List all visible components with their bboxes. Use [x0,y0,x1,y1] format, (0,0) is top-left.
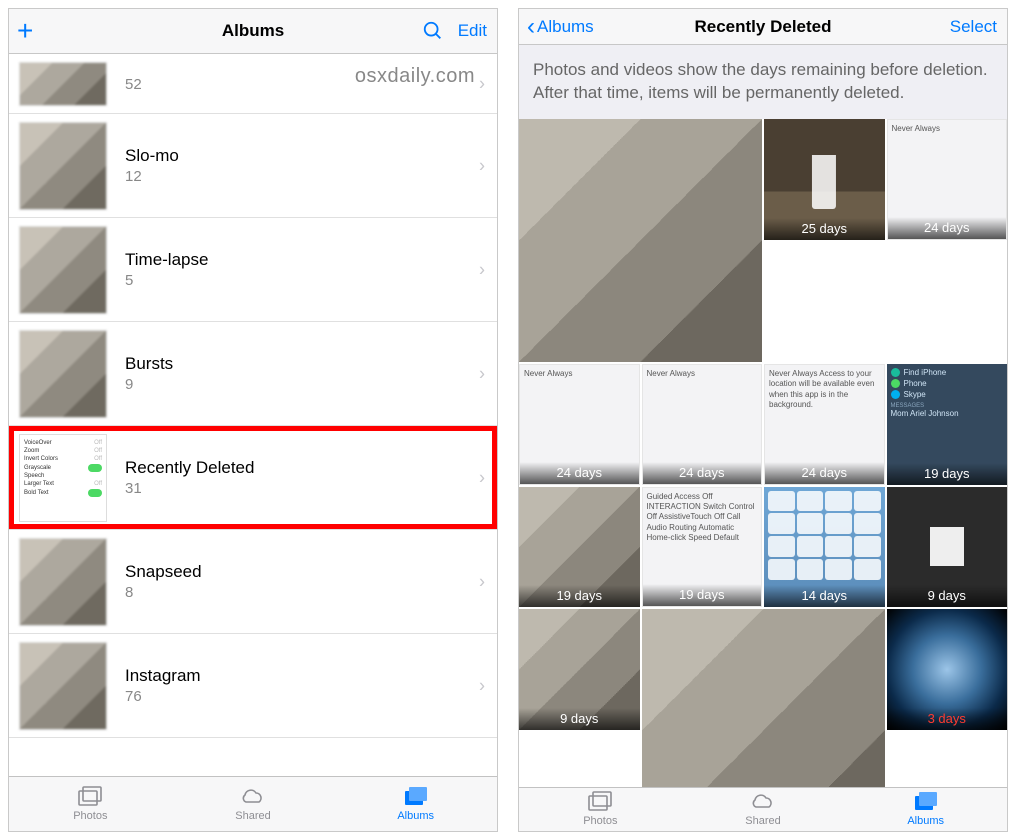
album-name: Recently Deleted [125,458,254,478]
nav-bar: + Albums Edit [9,9,497,54]
chevron-right-icon: › [479,155,485,176]
album-thumb [19,642,107,730]
album-list[interactable]: 52 › Slo-mo 12 › Time-lapse 5 › Bursts 9 › VoiceOve… [9,54,497,776]
tab-albums-label: Albums [397,810,434,822]
photo-cell[interactable]: Never Always24 days [519,364,640,485]
photo-cell[interactable]: 19 days [519,487,640,608]
album-thumb [19,226,107,314]
edit-button[interactable]: Edit [458,21,487,41]
chevron-right-icon: › [479,259,485,280]
album-row[interactable]: 52 › [9,54,497,114]
tab-bar: Photos Shared Albums [9,776,497,831]
album-name: Time-lapse [125,250,208,270]
page-title: Albums [222,21,284,41]
album-count: 5 [125,272,208,289]
album-row[interactable]: Bursts 9 › [9,322,497,426]
tab-photos-label: Photos [583,815,617,827]
album-count: 31 [125,480,254,497]
albums-screen: + Albums Edit 52›Slo-mo12›Time-lapse5›Bu… [8,8,498,832]
back-button[interactable]: ‹ Albums [527,9,594,44]
chevron-right-icon: › [479,467,485,488]
chevron-right-icon: › [479,73,485,94]
recently-deleted-screen: ‹ Albums Recently Deleted Select Photos … [518,8,1008,832]
tab-shared[interactable]: Shared [682,788,845,831]
photo-grid[interactable]: 25 daysNever Always24 daysNever Always24… [519,119,1007,787]
chevron-right-icon: › [479,675,485,696]
info-text: Photos and videos show the days remainin… [519,45,1007,119]
photo-cell[interactable] [642,609,885,787]
back-label: Albums [537,17,594,37]
days-remaining: 24 days [765,462,884,484]
album-thumb [19,330,107,418]
days-remaining: 19 days [519,585,640,607]
album-count: 12 [125,168,179,185]
photo-cell[interactable]: 3 days [887,609,1008,730]
album-count: 76 [125,688,201,705]
tab-bar: Photos Shared Albums [519,787,1007,831]
photo-cell[interactable]: Guided Access Off INTERACTION Switch Con… [642,487,763,608]
search-icon[interactable] [422,20,444,42]
select-button[interactable]: Select [950,17,997,37]
photo-cell[interactable]: Find iPhonePhoneSkypeMESSAGESMom Ariel J… [887,364,1008,485]
tab-photos[interactable]: Photos [9,777,172,831]
album-thumb [19,538,107,626]
photo-cell[interactable]: 9 days [887,487,1008,608]
album-name: Bursts [125,354,173,374]
album-count: 9 [125,376,173,393]
album-name: Snapseed [125,562,202,582]
album-row[interactable]: Instagram 76 › [9,634,497,738]
tab-albums[interactable]: Albums [844,788,1007,831]
nav-bar: ‹ Albums Recently Deleted Select [519,9,1007,45]
add-icon[interactable]: + [17,17,33,45]
days-remaining: 9 days [519,708,640,730]
album-count: 8 [125,584,202,601]
days-remaining: 24 days [520,462,639,484]
days-remaining: 19 days [643,584,762,606]
photo-cell[interactable]: Never Always24 days [887,119,1008,240]
tab-photos-label: Photos [73,810,107,822]
album-row[interactable]: Snapseed 8 › [9,530,497,634]
album-thumb [19,62,107,106]
chevron-left-icon: ‹ [527,13,535,41]
tab-shared-label: Shared [745,815,780,827]
tab-albums-label: Albums [907,815,944,827]
album-row[interactable]: VoiceOverOffZoomOffInvert ColorsOffGrays… [9,426,497,530]
album-count: 52 [125,76,142,93]
tab-photos[interactable]: Photos [519,788,682,831]
tab-shared[interactable]: Shared [172,777,335,831]
days-remaining: 3 days [887,708,1008,730]
tab-shared-label: Shared [235,810,270,822]
chevron-right-icon: › [479,571,485,592]
album-thumb: VoiceOverOffZoomOffInvert ColorsOffGrays… [19,434,107,522]
days-remaining: 14 days [764,585,885,607]
days-remaining: 24 days [888,217,1007,239]
days-remaining: 24 days [643,462,762,484]
tab-albums[interactable]: Albums [334,777,497,831]
days-remaining: 25 days [764,218,885,240]
photo-cell[interactable]: 25 days [764,119,885,240]
days-remaining: 19 days [887,463,1008,485]
photo-cell[interactable]: 14 days [764,487,885,608]
album-row[interactable]: Slo-mo 12 › [9,114,497,218]
chevron-right-icon: › [479,363,485,384]
album-thumb [19,122,107,210]
photo-cell[interactable]: Never Always24 days [642,364,763,485]
album-name: Slo-mo [125,146,179,166]
album-row[interactable]: Time-lapse 5 › [9,218,497,322]
photo-cell[interactable]: 9 days [519,609,640,730]
album-name: Instagram [125,666,201,686]
page-title: Recently Deleted [695,17,832,37]
photo-cell[interactable] [519,119,762,362]
photo-cell[interactable]: Never Always Access to your location wil… [764,364,885,485]
days-remaining: 9 days [887,585,1008,607]
